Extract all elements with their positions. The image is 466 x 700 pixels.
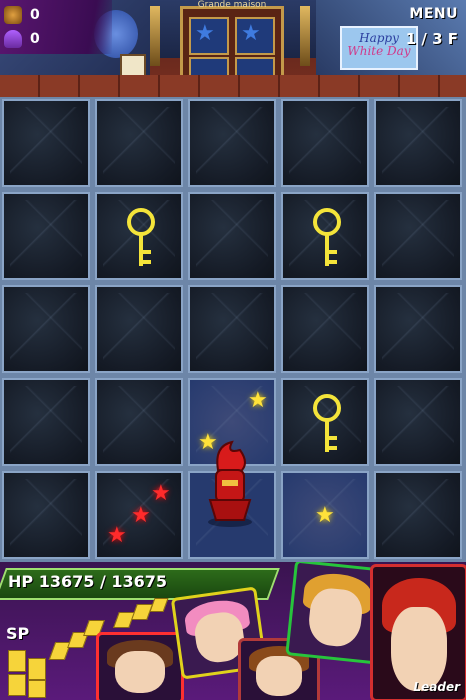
tile-unexplored[interactable] xyxy=(95,285,183,373)
sp-gauge-block xyxy=(113,612,135,628)
tile-unexplored[interactable] xyxy=(2,99,90,187)
sp-gauge-block xyxy=(149,598,169,612)
party-leader-face xyxy=(391,606,447,692)
tile-unexplored[interactable] xyxy=(2,378,90,466)
key-icon xyxy=(313,394,341,452)
shop-sign: Grande maison xyxy=(197,0,267,10)
resource-bomb: 0 xyxy=(4,6,40,24)
party-member-1[interactable] xyxy=(96,632,184,700)
star-icon: ★ xyxy=(248,388,268,413)
red-star-icon: ★ xyxy=(131,503,151,528)
sp-gauge-block xyxy=(8,650,26,672)
lamp-post-left xyxy=(150,6,160,66)
red-star-icon: ★ xyxy=(151,481,171,506)
sp-gauge-block xyxy=(28,680,46,698)
red-star-icon: ★ xyxy=(107,523,127,548)
party-member-1-face xyxy=(115,650,165,694)
tile-key[interactable] xyxy=(281,378,369,466)
hp-label: HP xyxy=(8,572,34,591)
tile-unexplored[interactable] xyxy=(188,192,276,280)
menu-button[interactable]: MENU xyxy=(409,6,458,22)
hp-value: 13675 / 13675 xyxy=(38,572,168,591)
bomb-icon xyxy=(4,6,22,24)
party-status-panel: HP 13675 / 13675 SP Leader xyxy=(0,562,466,700)
star-icon: ★ xyxy=(315,503,335,528)
tile-red-stars[interactable]: ★ ★ ★ xyxy=(95,471,183,559)
hp-display: HP 13675 / 13675 xyxy=(8,572,167,591)
floor-indicator: 1 / 3 F xyxy=(405,30,458,48)
sp-label: SP xyxy=(6,624,30,643)
resource-potion-count: 0 xyxy=(30,31,40,47)
brick-ledge xyxy=(0,75,466,97)
resource-bomb-count: 0 xyxy=(30,7,40,23)
tile-unexplored[interactable] xyxy=(95,99,183,187)
tile-key[interactable] xyxy=(281,192,369,280)
tile-unexplored[interactable] xyxy=(188,99,276,187)
sp-gauge-block xyxy=(131,604,153,620)
tile-unexplored[interactable] xyxy=(2,192,90,280)
tile-unexplored[interactable] xyxy=(374,192,462,280)
tile-unexplored[interactable] xyxy=(281,285,369,373)
door-star-icon: ★ xyxy=(195,21,215,46)
sp-gauge-block xyxy=(28,658,46,680)
lamp-post-right xyxy=(300,6,310,66)
potion-icon xyxy=(4,30,22,48)
tile-unexplored[interactable] xyxy=(374,285,462,373)
tile-unexplored[interactable] xyxy=(374,99,462,187)
tile-star[interactable]: ★ xyxy=(281,471,369,559)
tile-unexplored[interactable] xyxy=(2,285,90,373)
sp-gauge-block xyxy=(8,674,26,696)
tile-unexplored[interactable] xyxy=(95,378,183,466)
resource-panel: 0 0 xyxy=(0,0,112,54)
key-icon xyxy=(313,208,341,266)
tile-unexplored[interactable] xyxy=(281,99,369,187)
party-member-4-face xyxy=(306,586,365,649)
key-icon xyxy=(127,208,155,266)
resource-potion: 0 xyxy=(4,30,40,48)
door-star-icon: ★ xyxy=(241,21,261,46)
leader-label: Leader xyxy=(413,680,460,694)
tile-unexplored[interactable] xyxy=(374,471,462,559)
tile-unexplored[interactable] xyxy=(2,471,90,559)
player-piece[interactable] xyxy=(200,440,260,528)
tile-unexplored[interactable] xyxy=(374,378,462,466)
tile-unexplored[interactable] xyxy=(188,285,276,373)
party-member-3-face xyxy=(256,655,302,696)
tile-key[interactable] xyxy=(95,192,183,280)
